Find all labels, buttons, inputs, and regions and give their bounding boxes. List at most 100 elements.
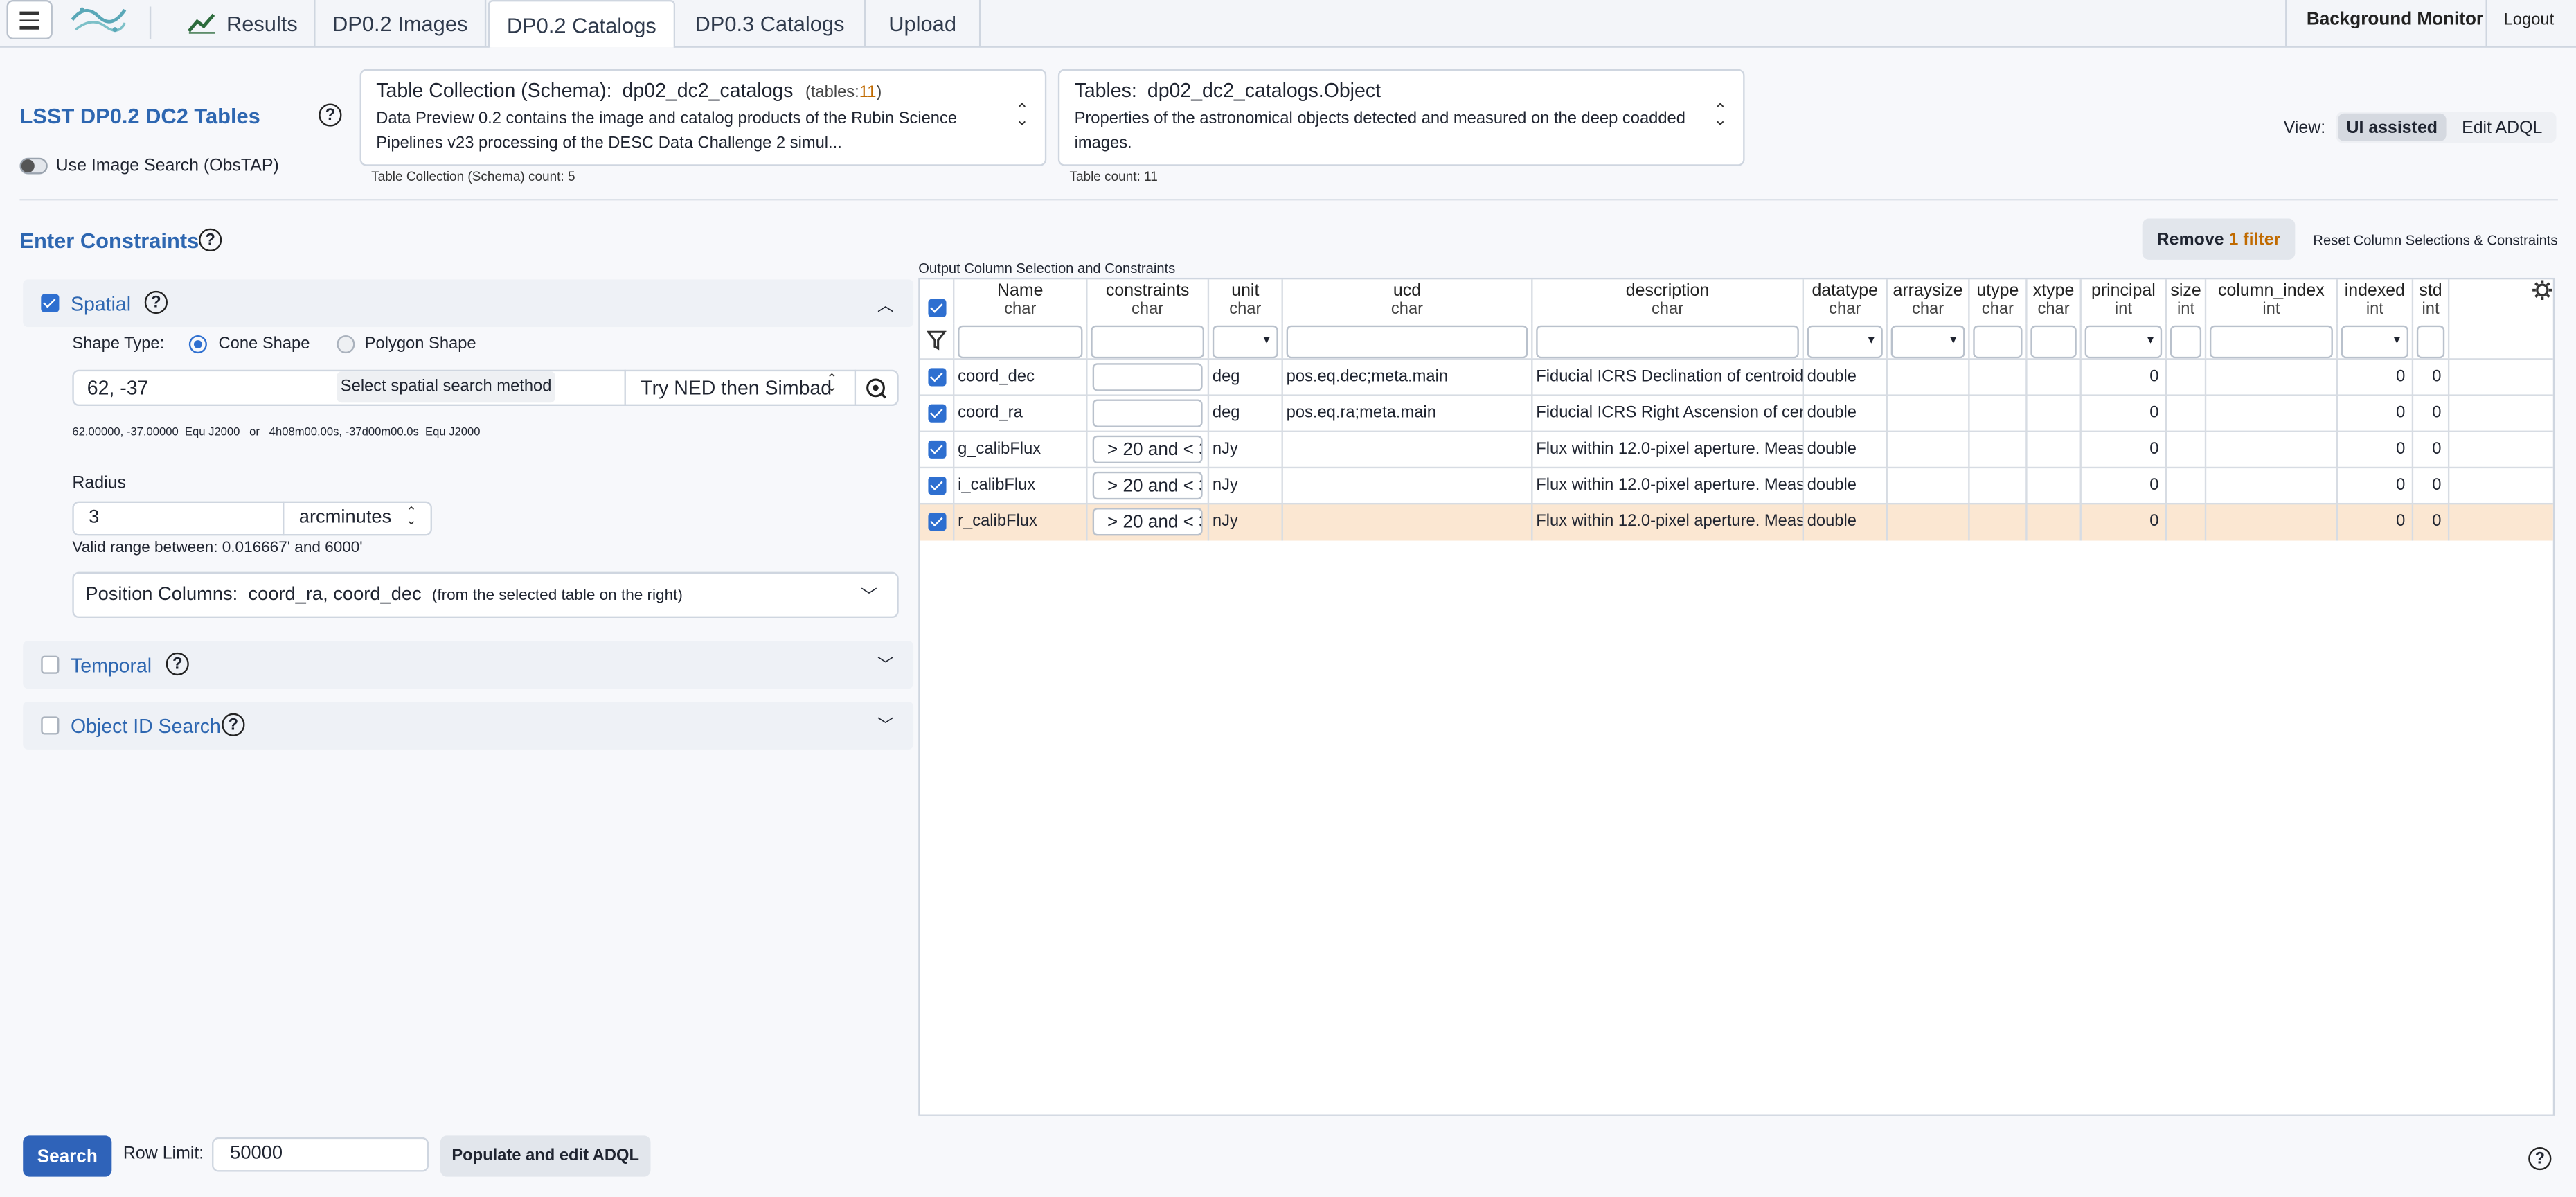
column-header-type: char [1829, 301, 1861, 319]
temporal-section-header[interactable] [23, 641, 914, 689]
column-filter-input[interactable]: ▾ [2341, 325, 2409, 359]
help-icon[interactable]: ? [222, 713, 245, 736]
row-limit-input[interactable]: 50000 [212, 1137, 429, 1172]
column-filter-cell [1532, 323, 1804, 359]
resolver-select[interactable]: Try NED then Simbad [641, 376, 832, 399]
cell-xtype [2028, 396, 2082, 432]
schema-description: Data Preview 0.2 contains the image and … [376, 109, 958, 153]
column-filter-input[interactable]: ▾ [1212, 325, 1278, 359]
column-header-unit[interactable]: unit char [1209, 279, 1283, 324]
tab-upload[interactable]: Upload [866, 0, 981, 46]
column-filter-input[interactable] [1286, 325, 1528, 359]
constraint-input[interactable] [1092, 363, 1203, 391]
tab-results[interactable]: Results [171, 0, 316, 46]
cell-name: g_calibFlux [954, 432, 1088, 469]
column-header-principal[interactable]: principal int [2082, 279, 2167, 324]
chevron-down-icon[interactable]: ﹀ [877, 711, 894, 736]
row-checkbox[interactable] [928, 368, 947, 387]
column-header-description[interactable]: description char [1532, 279, 1804, 324]
row-checkbox[interactable] [928, 513, 947, 531]
column-header-xtype[interactable]: xtype char [2028, 279, 2082, 324]
column-header-constraints[interactable]: constraints char [1088, 279, 1210, 324]
column-filter-input[interactable] [1973, 325, 2023, 359]
chevron-up-icon[interactable]: ︿ [877, 291, 894, 315]
column-filter-input[interactable] [2209, 325, 2333, 359]
column-filter-input[interactable] [2170, 325, 2202, 359]
ui-assisted-button[interactable]: UI assisted [2337, 113, 2447, 142]
hamburger-menu-icon[interactable] [6, 0, 53, 39]
radius-input[interactable]: 3 [89, 508, 99, 527]
column-header-name: utype [1976, 281, 2019, 301]
constraint-input[interactable]: > 20 and < 30 [1092, 508, 1203, 536]
table-row[interactable]: r_calibFlux> 20 and < 30nJy Flux within 1… [920, 502, 2553, 541]
cone-shape-radio[interactable] [188, 335, 207, 354]
column-header-indexed[interactable]: indexed int [2338, 279, 2414, 324]
chevron-down-icon[interactable]: ﹀ [861, 582, 877, 606]
schema-selector[interactable]: Table Collection (Schema): dp02_dc2_cata… [359, 69, 1047, 166]
column-header-datatype[interactable]: datatype char [1804, 279, 1888, 324]
column-header-Name[interactable]: Name char [954, 279, 1088, 324]
column-filter-input[interactable] [1091, 325, 1205, 359]
coordinates-input[interactable]: 62, -37 [87, 376, 149, 399]
table-row[interactable]: coord_dec deg pos.eq.dec;meta.main Fiducial… [920, 358, 2553, 396]
column-filter-input[interactable] [2030, 325, 2077, 359]
reset-constraints-button[interactable]: Reset Column Selections & Constraints [2313, 232, 2557, 249]
select-all-checkbox[interactable] [928, 299, 947, 317]
gear-icon[interactable] [2532, 279, 2553, 301]
column-filter-cell: ▾ [1888, 323, 1970, 359]
row-checkbox[interactable] [928, 477, 947, 495]
column-filter-input[interactable]: ▾ [2084, 325, 2163, 359]
spatial-checkbox[interactable] [41, 294, 60, 312]
table-selector[interactable]: Tables: dp02_dc2_catalogs.Object Propert… [1057, 69, 1745, 166]
table-row[interactable]: g_calibFlux> 20 and < 30nJy Flux within 1… [920, 430, 2553, 469]
column-header-column-index[interactable]: column_index int [2206, 279, 2338, 324]
tab-dp02-images[interactable]: DP0.2 Images [316, 0, 487, 46]
background-monitor-button[interactable]: Background Monitor [2307, 0, 2483, 39]
populate-adql-button[interactable]: Populate and edit ADQL [440, 1135, 651, 1177]
column-header-size[interactable]: size int [2167, 279, 2207, 324]
remove-filter-suffix: filter [2243, 229, 2281, 249]
chevron-down-icon[interactable]: ﹀ [877, 650, 894, 675]
help-icon[interactable]: ? [144, 290, 168, 314]
object-id-checkbox[interactable] [41, 716, 60, 735]
remove-filter-button[interactable]: Remove 1 filter [2142, 218, 2296, 260]
filter-icon[interactable] [927, 330, 947, 351]
column-header-ucd[interactable]: ucd char [1283, 279, 1533, 324]
edit-adql-button[interactable]: Edit ADQL [2448, 114, 2557, 141]
temporal-checkbox[interactable] [41, 655, 60, 674]
cell-constraint [1088, 360, 1210, 396]
tab-dp02-catalogs[interactable]: DP0.2 Catalogs [488, 0, 676, 48]
target-search-icon[interactable] [864, 376, 887, 399]
column-filter-input[interactable] [958, 325, 1083, 359]
search-button[interactable]: Search [23, 1135, 112, 1177]
column-header-std[interactable]: std int [2413, 279, 2450, 324]
cell-constraint: > 20 and < 30 [1088, 432, 1210, 469]
output-title: Output Column Selection and Constraints [918, 259, 1176, 276]
page-title: LSST DP0.2 DC2 Tables [19, 103, 260, 129]
tab-dp03-catalogs[interactable]: DP0.3 Catalogs [675, 0, 866, 46]
row-checkbox[interactable] [928, 404, 947, 423]
polygon-shape-radio[interactable] [337, 335, 355, 354]
cell-xtype [2028, 360, 2082, 396]
column-filter-input[interactable] [2416, 325, 2445, 359]
constraint-input[interactable]: > 20 and < 30 [1092, 471, 1203, 500]
column-header-type: char [1390, 301, 1424, 319]
column-filter-input[interactable]: ▾ [1890, 325, 1965, 359]
obstap-toggle[interactable] [19, 157, 48, 175]
constraint-input[interactable] [1092, 399, 1203, 427]
help-icon[interactable]: ? [2528, 1146, 2552, 1171]
help-icon[interactable]: ? [199, 228, 222, 251]
help-icon[interactable]: ? [319, 103, 342, 127]
table-row[interactable]: i_calibFlux> 20 and < 30nJy Flux within 1… [920, 466, 2553, 505]
column-header-utype[interactable]: utype char [1970, 279, 2028, 324]
column-filter-input[interactable]: ▾ [1807, 325, 1883, 359]
column-filter-input[interactable] [1536, 325, 1799, 359]
logout-link[interactable]: Logout [2504, 0, 2555, 39]
table-row[interactable]: coord_ra deg pos.eq.ra;meta.main Fiducial I… [920, 394, 2553, 432]
row-checkbox[interactable] [928, 440, 947, 459]
column-header-arraysize[interactable]: arraysize char [1888, 279, 1970, 324]
radius-unit-select[interactable]: arcminutes [299, 508, 391, 527]
filter-toggle-cell [920, 323, 955, 359]
constraint-input[interactable]: > 20 and < 30 [1092, 435, 1203, 464]
help-icon[interactable]: ? [166, 652, 189, 676]
